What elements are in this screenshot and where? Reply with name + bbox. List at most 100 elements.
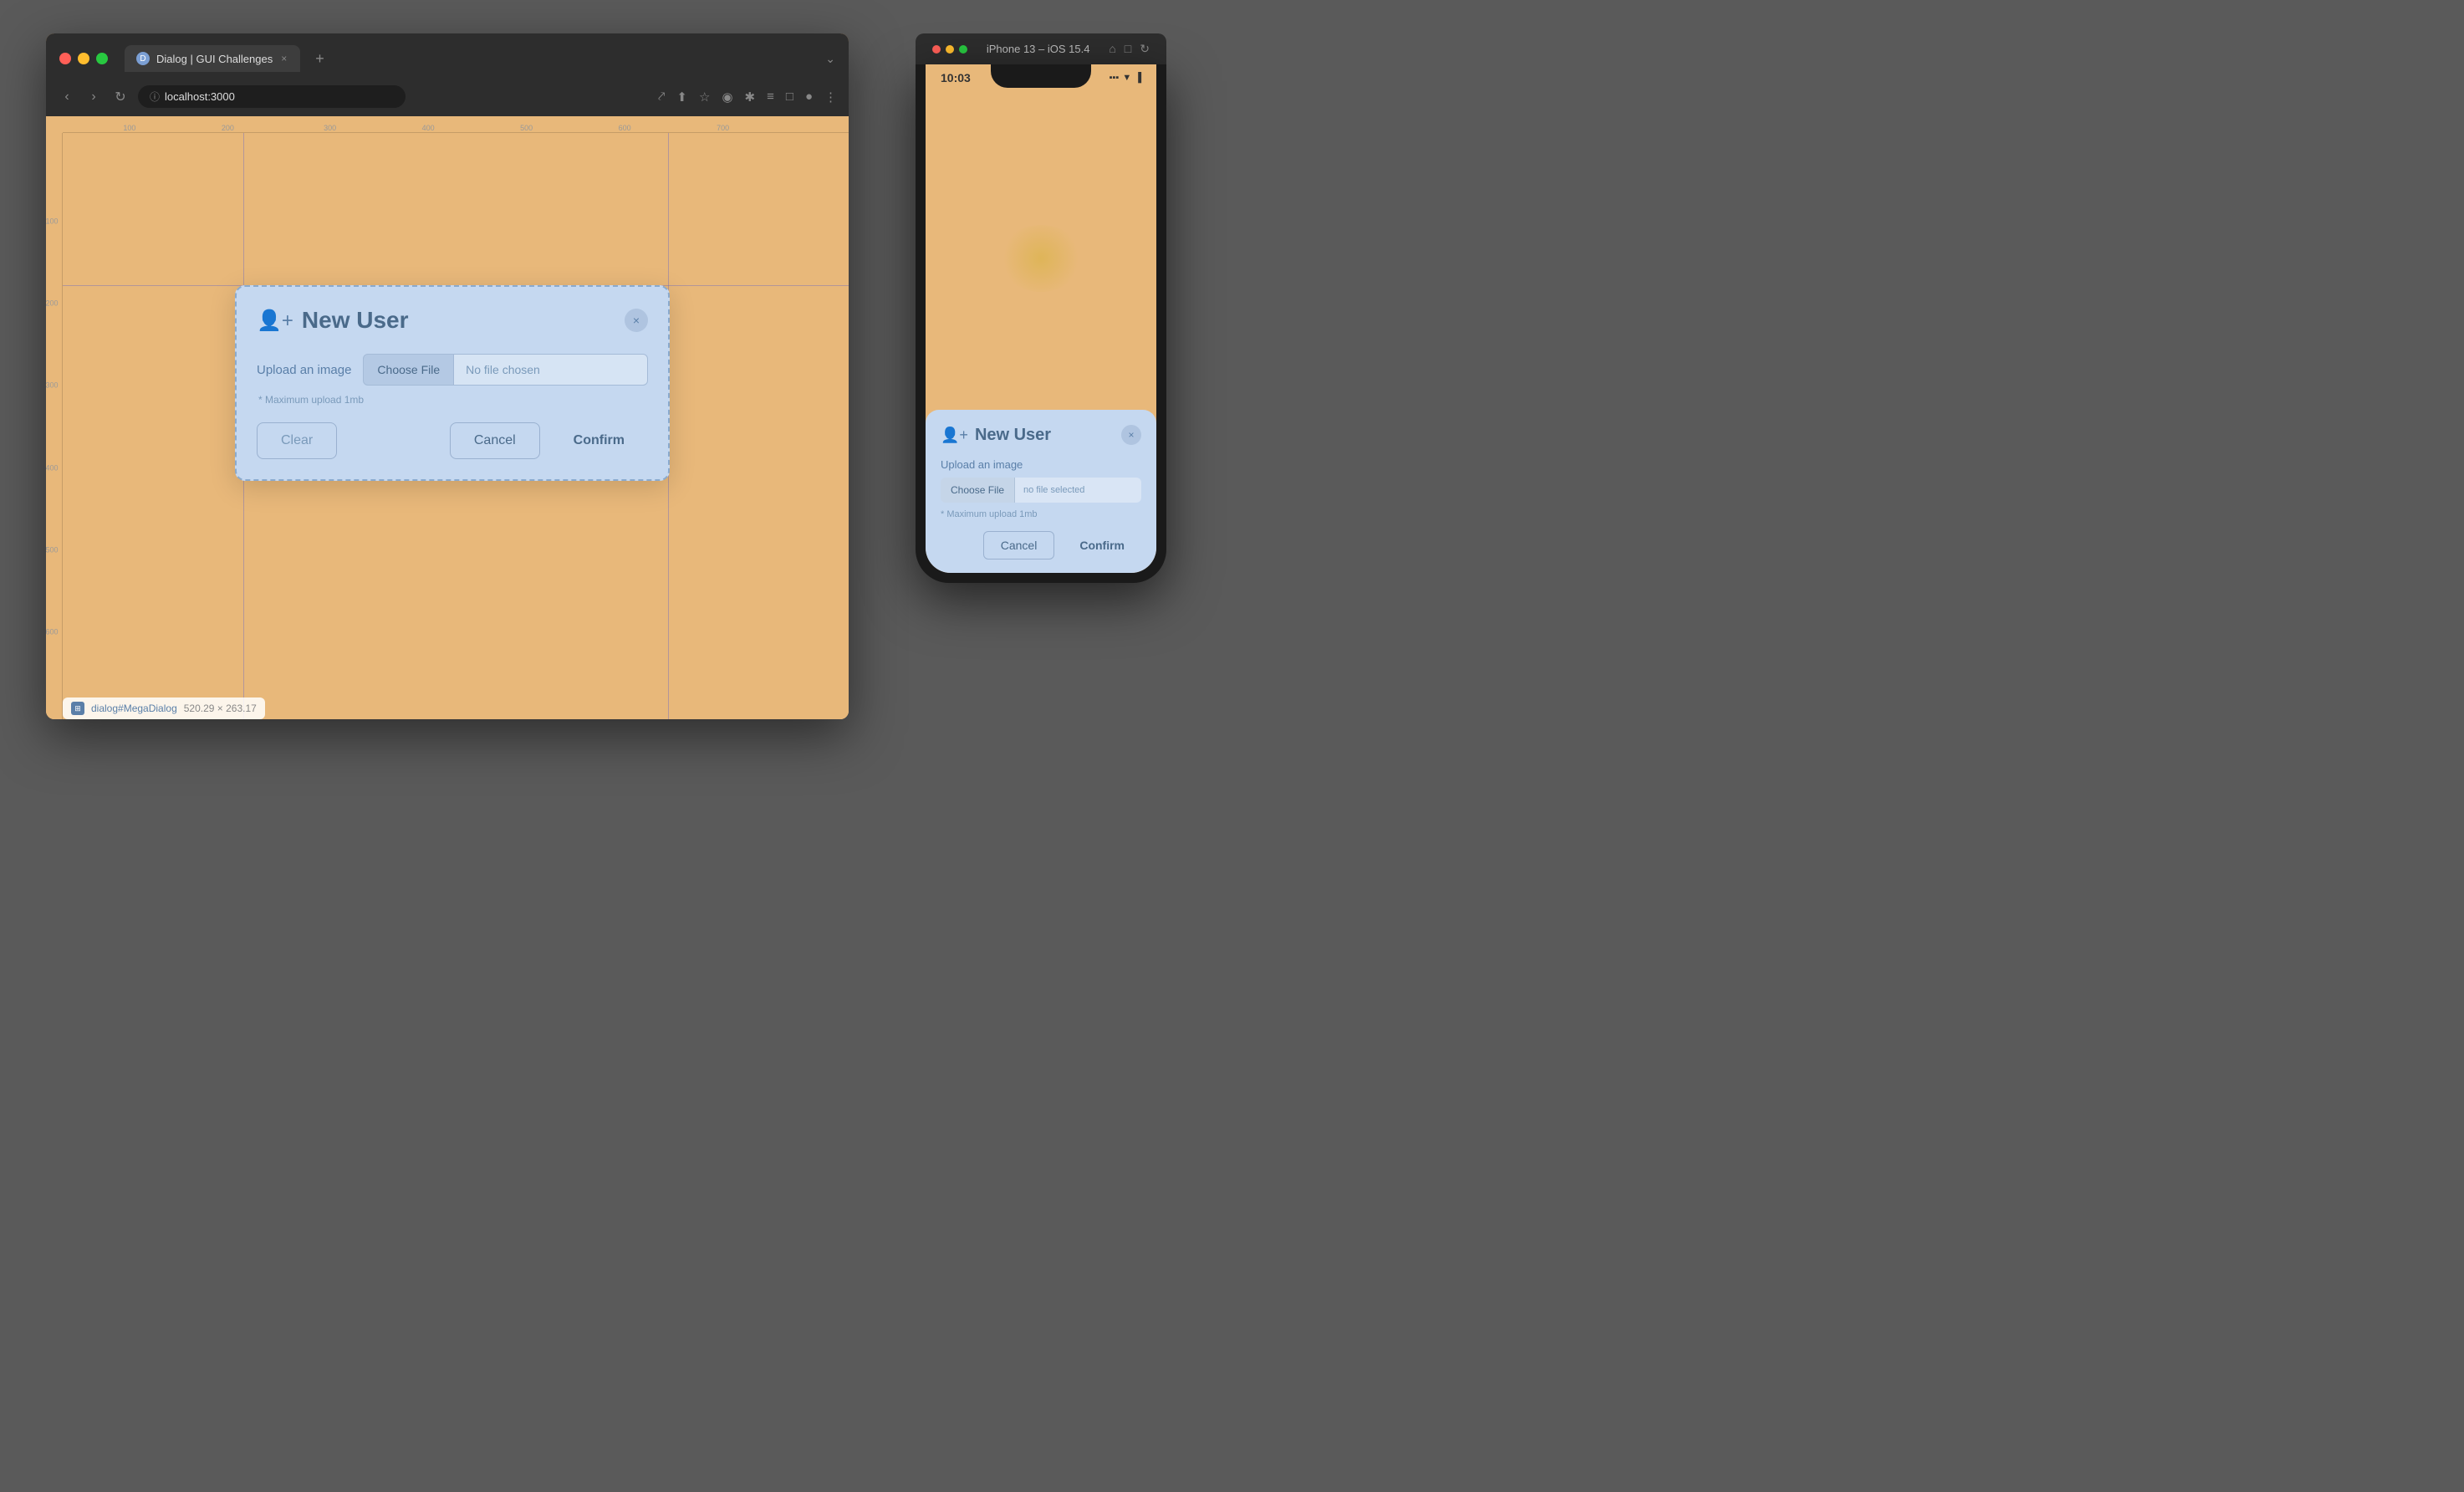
traffic-light-green[interactable]: [96, 53, 108, 64]
phone-tl-yellow: [946, 45, 954, 54]
file-input-group: Choose File No file chosen: [363, 354, 648, 386]
phone-topbar: iPhone 13 – iOS 15.4 ⌂ □ ↻: [916, 33, 1166, 64]
phone-inner: 10:03 ▪▪▪ ▼ ▐ 👤+ New User ×: [926, 64, 1156, 573]
window-controls: ⌄: [825, 52, 835, 66]
phone-frame: 10:03 ▪▪▪ ▼ ▐ 👤+ New User ×: [916, 64, 1166, 583]
ruler-top: 100 200 300 400 500 600 700: [63, 116, 849, 133]
ruler-tick-left-600: 600: [46, 627, 59, 636]
browser-chrome: D Dialog | GUI Challenges × + ⌄ ‹ › ↻ ⓘ …: [46, 33, 849, 116]
canvas-area: 👤+ New User × Upload an image Choose Fil…: [63, 133, 849, 719]
ruler-left: 100 200 300 400 500 600: [46, 133, 63, 719]
tab-view-icon[interactable]: □: [786, 89, 793, 105]
reload-button[interactable]: ↻: [111, 89, 130, 105]
lock-icon: ⓘ: [150, 89, 160, 104]
ruler-tick-400: 400: [422, 124, 435, 132]
dialog-footer: Clear Cancel Confirm: [257, 422, 648, 459]
browser-statusbar: ⊞ dialog#MegaDialog 520.29 × 263.17: [63, 697, 265, 719]
phone-status-icons: ▪▪▪ ▼ ▐: [1110, 73, 1141, 83]
reading-list-icon[interactable]: ≡: [767, 89, 774, 105]
forward-button[interactable]: ›: [84, 89, 103, 105]
mobile-choose-file-button[interactable]: Choose File: [941, 478, 1015, 503]
browser-addressbar: ‹ › ↻ ⓘ localhost:3000 ⤤ ⬆ ☆ ◉ ✱ ≡ □ ● ⋮: [46, 80, 849, 116]
phone-notch: [991, 64, 1091, 88]
clear-button[interactable]: Clear: [257, 422, 337, 459]
phone-topbar-lights: [932, 45, 967, 54]
tab-favicon: D: [136, 52, 150, 65]
dialog-body: Upload an image Choose File No file chos…: [257, 354, 648, 406]
no-file-text: No file chosen: [454, 355, 647, 385]
ruler-tick-500: 500: [520, 124, 533, 132]
shield-icon[interactable]: ◉: [722, 89, 732, 105]
ruler-tick-left-200: 200: [46, 299, 59, 308]
more-menu-icon[interactable]: ⋮: [824, 89, 837, 105]
mobile-title-group: 👤+ New User: [941, 426, 1051, 445]
browser-content: 100 200 300 400 500 600 700 100 200 300 …: [46, 116, 849, 719]
extensions-icon[interactable]: ✱: [745, 89, 756, 105]
mobile-dialog-title: New User: [975, 426, 1051, 445]
phone-time: 10:03: [941, 71, 971, 84]
phone-topbar-icons: ⌂ □ ↻: [1109, 42, 1150, 56]
upload-hint: * Maximum upload 1mb: [258, 394, 648, 406]
mobile-dialog-header: 👤+ New User ×: [941, 425, 1141, 445]
tab-title: Dialog | GUI Challenges: [156, 53, 273, 65]
tab-close-btn[interactable]: ×: [279, 53, 288, 64]
ruler-tick-700: 700: [717, 124, 729, 132]
ruler-tick-left-100: 100: [46, 217, 59, 226]
phone-tl-green: [959, 45, 967, 54]
profile-icon[interactable]: ●: [805, 89, 813, 105]
phone-tl-red: [932, 45, 941, 54]
mobile-user-add-icon: 👤+: [941, 427, 968, 444]
browser-titlebar: D Dialog | GUI Challenges × + ⌄: [46, 33, 849, 80]
ruler-tick-300: 300: [324, 124, 336, 132]
upload-label: Upload an image: [257, 363, 351, 377]
dialog-header: 👤+ New User ×: [257, 307, 648, 334]
status-element-id: dialog#MegaDialog: [91, 703, 177, 714]
ruler-tick-left-300: 300: [46, 381, 59, 390]
ruler-tick-600: 600: [619, 124, 631, 132]
dialog-title: New User: [302, 307, 409, 334]
new-tab-button[interactable]: +: [315, 50, 324, 68]
phone-device-title: iPhone 13 – iOS 15.4: [977, 43, 1099, 55]
traffic-light-red[interactable]: [59, 53, 71, 64]
phone-section: iPhone 13 – iOS 15.4 ⌂ □ ↻ 10:03 ▪▪▪ ▼ ▐: [916, 33, 1166, 583]
status-element-icon: ⊞: [71, 702, 84, 715]
mobile-file-row: Choose File no file selected: [941, 478, 1141, 503]
open-external-icon[interactable]: ⤤: [658, 89, 665, 105]
mobile-close-button[interactable]: ×: [1121, 425, 1141, 445]
phone-home-icon[interactable]: ⌂: [1109, 42, 1115, 56]
traffic-light-yellow[interactable]: [78, 53, 89, 64]
file-upload-row: Upload an image Choose File No file chos…: [257, 354, 648, 386]
mobile-cancel-button[interactable]: Cancel: [983, 531, 1055, 560]
mobile-confirm-button[interactable]: Confirm: [1063, 531, 1141, 560]
mobile-upload-label: Upload an image: [941, 458, 1141, 471]
mobile-upload-hint: * Maximum upload 1mb: [941, 509, 1141, 519]
mobile-no-file-text: no file selected: [1015, 478, 1141, 502]
phone-main-content: [926, 88, 1156, 429]
traffic-lights: [59, 53, 108, 64]
status-dimensions: 520.29 × 263.17: [184, 703, 257, 714]
user-add-icon: 👤+: [257, 309, 293, 333]
phone-signal-icon: ▪▪▪: [1110, 73, 1120, 83]
browser-toolbar-icons: ⤤ ⬆ ☆ ◉ ✱ ≡ □ ● ⋮: [658, 89, 837, 105]
address-text: localhost:3000: [165, 90, 235, 103]
choose-file-button[interactable]: Choose File: [364, 355, 454, 385]
ruler-tick-left-400: 400: [46, 463, 59, 472]
bookmark-icon[interactable]: ☆: [699, 89, 710, 105]
phone-wifi-icon: ▼: [1122, 73, 1131, 83]
confirm-button[interactable]: Confirm: [550, 423, 648, 458]
address-bar[interactable]: ⓘ localhost:3000: [138, 85, 406, 108]
share-icon[interactable]: ⬆: [676, 89, 687, 105]
phone-rotate-icon[interactable]: ↻: [1140, 42, 1150, 56]
ruler-tick-100: 100: [123, 124, 135, 132]
desktop-dialog: 👤+ New User × Upload an image Choose Fil…: [235, 285, 670, 481]
phone-blur-decoration: [999, 225, 1083, 292]
back-button[interactable]: ‹: [58, 89, 76, 105]
phone-screenshot-icon[interactable]: □: [1125, 42, 1131, 56]
phone-battery-icon: ▐: [1135, 73, 1141, 83]
cancel-button[interactable]: Cancel: [450, 422, 540, 459]
mobile-dialog: 👤+ New User × Upload an image Choose Fil…: [926, 410, 1156, 573]
browser-tab[interactable]: D Dialog | GUI Challenges ×: [125, 45, 300, 72]
mobile-dialog-footer: Cancel Confirm: [941, 531, 1141, 560]
ruler-tick-200: 200: [222, 124, 234, 132]
dialog-close-button[interactable]: ×: [625, 309, 648, 332]
